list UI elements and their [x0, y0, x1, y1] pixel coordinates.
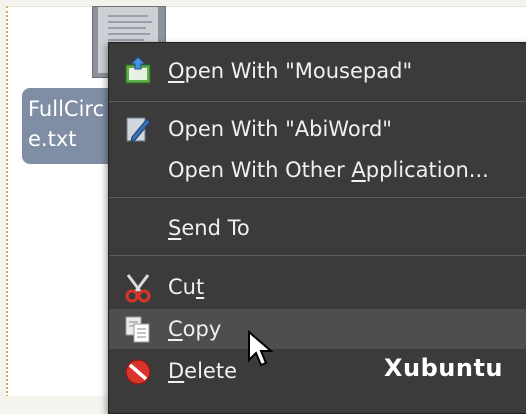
- menu-item-label: Send To: [168, 208, 250, 248]
- text-line: [108, 39, 144, 41]
- mouse-pointer-icon: [248, 330, 274, 367]
- menu-item-label: Copy: [168, 309, 221, 349]
- delete-icon: [123, 357, 153, 385]
- abiword-icon: [123, 115, 153, 143]
- scissors-icon: [123, 273, 153, 303]
- menu-item-label-rest: pplication...: [365, 158, 489, 182]
- menu-item-label-rest: end To: [181, 216, 250, 240]
- text-line: [108, 15, 148, 17]
- menu-item-send-to[interactable]: Send To: [109, 208, 526, 248]
- text-line: [108, 27, 146, 29]
- menu-item-label: Open With "AbiWord": [168, 117, 392, 141]
- menu-item-cut[interactable]: Cut: [109, 267, 526, 307]
- mnemonic-letter: S: [168, 216, 182, 240]
- menu-item-label-start: Cu: [168, 275, 196, 299]
- menu-item-label: Cut: [168, 267, 204, 307]
- menu-item-open-with-abiword[interactable]: Open With "AbiWord": [109, 109, 526, 149]
- menu-item-open-with-mousepad[interactable]: Open With "Mousepad": [109, 51, 526, 91]
- menu-item-label: Open With "Mousepad": [168, 51, 412, 91]
- menu-item-label-rest: elete: [184, 359, 237, 383]
- menu-separator: [109, 101, 526, 102]
- menu-item-label-start: Open With Other: [168, 158, 352, 182]
- mnemonic-letter: A: [351, 158, 366, 182]
- mnemonic-letter: t: [195, 275, 205, 299]
- text-line: [108, 21, 152, 23]
- menu-item-label-rest: opy: [182, 317, 222, 341]
- menu-separator: [109, 197, 526, 198]
- mnemonic-letter: O: [168, 59, 185, 83]
- menu-item-label: Open With Other Application...: [168, 150, 489, 190]
- menu-item-label: Delete: [168, 351, 237, 391]
- text-line: [108, 33, 150, 35]
- menu-item-copy[interactable]: Copy: [109, 309, 526, 349]
- menu-separator: [109, 255, 526, 256]
- xubuntu-watermark: Xubuntu: [384, 354, 503, 382]
- menu-item-label-rest: pen With "Mousepad": [184, 59, 413, 83]
- mnemonic-letter: D: [168, 359, 185, 383]
- copy-icon: [123, 315, 153, 343]
- screen: FullCirc e.txt Open With "Mousepad" Open…: [0, 0, 526, 414]
- mnemonic-letter: C: [168, 317, 183, 341]
- mousepad-icon: [123, 56, 153, 85]
- menu-item-open-with-other-application[interactable]: Open With Other Application...: [109, 150, 526, 190]
